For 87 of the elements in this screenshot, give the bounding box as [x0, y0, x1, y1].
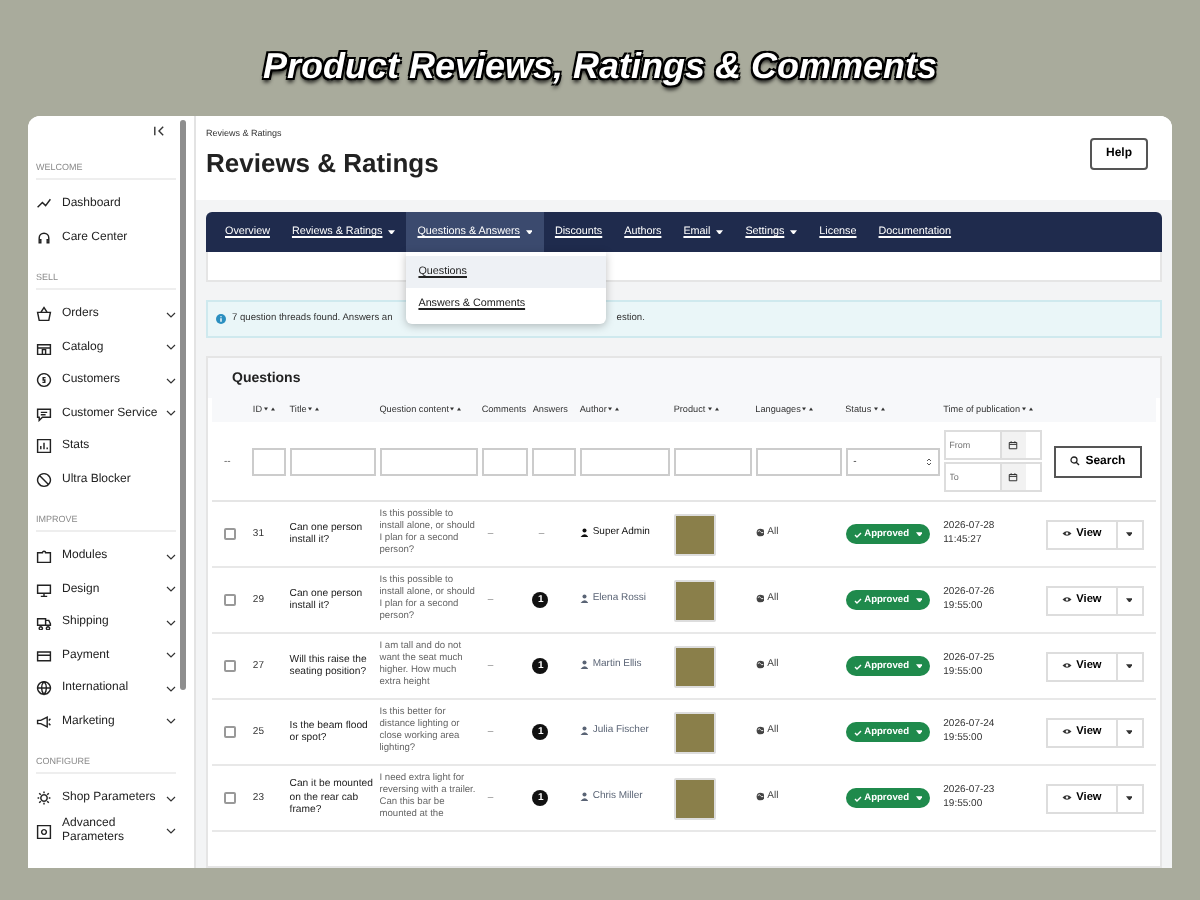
filter-field[interactable] — [755, 447, 842, 475]
sort-icon[interactable] — [802, 406, 815, 412]
check-icon — [853, 597, 862, 603]
filter-field[interactable] — [289, 447, 376, 475]
globe-icon — [36, 680, 52, 697]
person-icon — [579, 660, 589, 670]
calendar-icon — [1008, 472, 1019, 482]
caret-icon — [915, 795, 922, 801]
filter-field[interactable] — [481, 447, 529, 475]
caret-icon — [1125, 729, 1133, 735]
block-icon — [36, 471, 52, 488]
sort-icon[interactable] — [1022, 406, 1035, 412]
row-checkbox[interactable] — [224, 792, 236, 804]
check-icon — [853, 795, 862, 801]
eye-icon — [1061, 662, 1072, 670]
check-icon — [853, 729, 862, 735]
filter-field[interactable] — [379, 447, 478, 475]
globe-icon — [755, 726, 765, 736]
filter-field[interactable] — [673, 447, 752, 475]
photo-placeholder — [673, 579, 716, 621]
person-icon — [579, 594, 589, 604]
row-checkbox[interactable] — [224, 726, 236, 738]
person-icon — [579, 528, 589, 538]
chat-icon — [36, 405, 52, 422]
caret-icon — [1125, 795, 1133, 801]
sort-icon[interactable] — [308, 406, 321, 412]
caret-icon — [1125, 531, 1133, 537]
dollar-icon — [36, 372, 52, 389]
eye-icon — [1061, 596, 1072, 604]
more-actions-button[interactable] — [1117, 717, 1144, 747]
filter-field[interactable] — [252, 447, 286, 475]
stats-icon — [36, 438, 52, 455]
globe-icon — [755, 660, 765, 670]
more-actions-button[interactable] — [1117, 519, 1144, 549]
search-icon — [1069, 456, 1080, 466]
globe-icon — [755, 594, 765, 604]
row-checkbox[interactable] — [224, 528, 236, 540]
sort-icon[interactable] — [264, 406, 277, 412]
check-icon — [853, 663, 862, 669]
gear-icon — [36, 790, 52, 807]
store-icon — [36, 339, 52, 356]
person-icon — [579, 726, 589, 736]
settings-box-icon — [36, 823, 52, 840]
info-icon — [216, 314, 226, 324]
photo-placeholder — [673, 777, 716, 819]
caret-icon — [915, 531, 922, 537]
banner-title: Product Reviews, Ratings & Comments — [260, 44, 940, 90]
page-title: Reviews & Ratings — [206, 148, 439, 178]
monitor-icon — [36, 581, 52, 598]
calendar-icon — [1008, 440, 1019, 450]
trend-icon — [36, 196, 52, 213]
photo-placeholder — [673, 513, 716, 555]
globe-icon — [755, 528, 765, 538]
person-icon — [579, 792, 589, 802]
eye-icon — [1061, 530, 1072, 538]
sort-icon[interactable] — [608, 406, 621, 412]
row-checkbox[interactable] — [224, 660, 236, 672]
updown-icon — [925, 457, 932, 465]
calendar-button[interactable] — [999, 432, 1026, 458]
truck-icon — [36, 614, 52, 631]
caret-icon — [915, 729, 922, 735]
filter-field[interactable] — [579, 447, 670, 475]
more-actions-button[interactable] — [1117, 651, 1144, 681]
card-icon — [36, 647, 52, 664]
caret-icon — [915, 597, 922, 603]
filter-field[interactable] — [532, 447, 576, 475]
calendar-button[interactable] — [999, 464, 1026, 490]
caret-icon — [915, 663, 922, 669]
basket-icon — [36, 306, 52, 323]
photo-placeholder — [673, 711, 716, 753]
megaphone-icon — [36, 713, 52, 730]
more-actions-button[interactable] — [1117, 783, 1144, 813]
sort-icon[interactable] — [707, 406, 720, 412]
sort-icon[interactable] — [450, 406, 463, 412]
headset-icon — [36, 229, 52, 246]
eye-icon — [1061, 794, 1072, 802]
eye-icon — [1061, 728, 1072, 736]
globe-icon — [755, 792, 765, 802]
row-checkbox[interactable] — [224, 594, 236, 606]
caret-icon — [1125, 597, 1133, 603]
collapse-icon[interactable] — [152, 124, 166, 138]
photo-placeholder — [673, 645, 716, 687]
sort-icon[interactable] — [873, 406, 886, 412]
scrollbar[interactable] — [180, 120, 186, 690]
caret-icon — [1125, 663, 1133, 669]
more-actions-button[interactable] — [1117, 585, 1144, 615]
check-icon — [853, 531, 862, 537]
